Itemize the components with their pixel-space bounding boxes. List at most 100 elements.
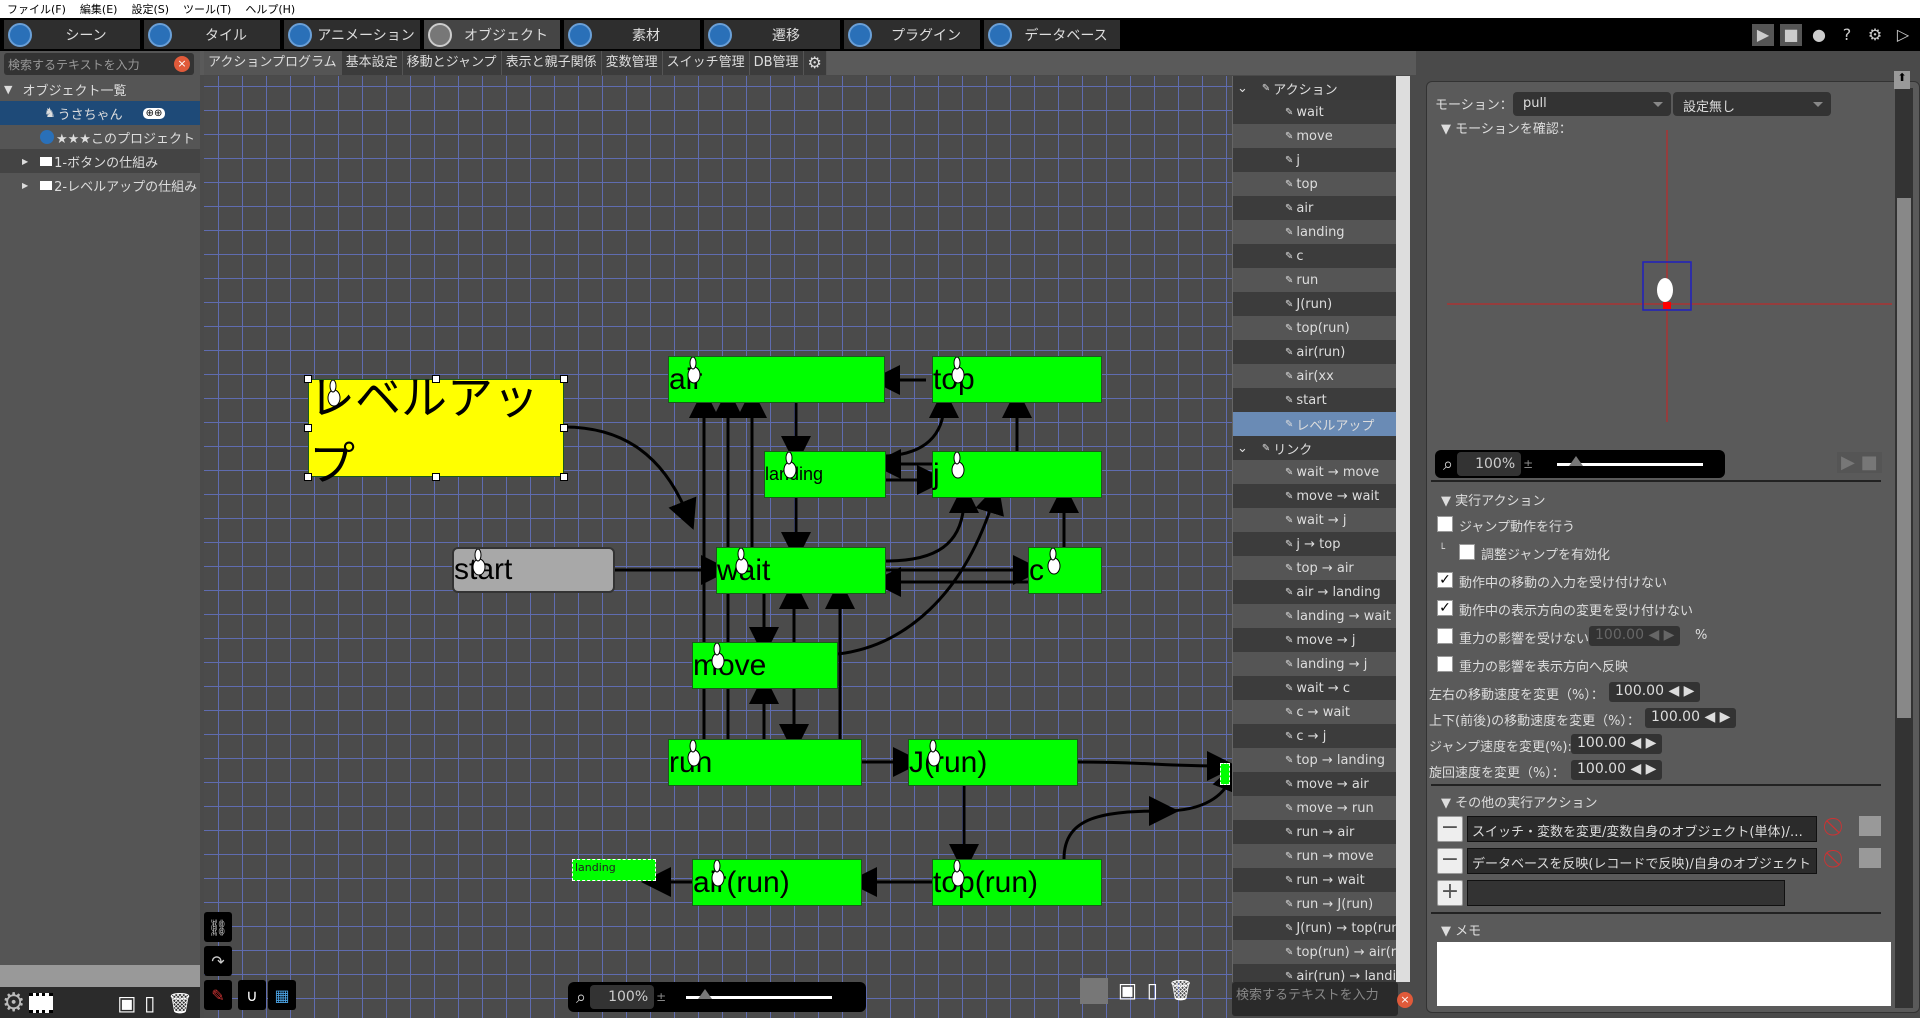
action-list-item[interactable]: ✎ air(xx: [1233, 364, 1396, 388]
play-icon[interactable]: ▶: [1752, 23, 1774, 46]
no-direction-change-checkbox[interactable]: ✓: [1437, 600, 1453, 616]
link-list-item[interactable]: ✎ landing → wait: [1233, 604, 1396, 628]
add-action-icon[interactable]: ▯: [1147, 978, 1158, 1004]
tab-material[interactable]: 素材: [564, 20, 700, 49]
tree-item-project[interactable]: ★★★このプロジェクト: [0, 125, 200, 149]
action-list-item[interactable]: ✎ move: [1233, 124, 1396, 148]
link-list-item[interactable]: ✎ top → landing: [1233, 748, 1396, 772]
subtab-move-jump[interactable]: 移動とジャンプ: [402, 51, 502, 75]
preview-zoom-slider[interactable]: [1557, 455, 1704, 466]
node-airrun[interactable]: air(run): [692, 859, 862, 906]
action-list-item[interactable]: ✎ landing: [1233, 220, 1396, 244]
subtab-switches[interactable]: スイッチ管理: [662, 51, 750, 75]
resize-handle[interactable]: [432, 473, 440, 481]
edge-jrun-ghost[interactable]: [1077, 750, 1232, 781]
node-run[interactable]: run: [668, 739, 862, 786]
new-action-field[interactable]: [1467, 880, 1785, 906]
node-toprun[interactable]: top(run): [932, 859, 1102, 906]
zoom-value[interactable]: 100%: [590, 985, 655, 1009]
link-list-item[interactable]: ✎ J(run) → top(run): [1233, 916, 1396, 940]
scroll-top-icon[interactable]: ⬆: [1894, 71, 1910, 89]
node-landing[interactable]: landing: [764, 451, 886, 498]
eraser-icon[interactable]: ✎: [204, 980, 232, 1010]
properties-scrollbar[interactable]: [1895, 88, 1913, 1008]
memo-textarea[interactable]: [1437, 942, 1891, 1006]
link-list-item[interactable]: ✎ wait → move: [1233, 460, 1396, 484]
motion-select[interactable]: pull: [1513, 92, 1671, 116]
motion-option-select[interactable]: 設定無し: [1673, 92, 1831, 116]
collapse-icon[interactable]: ⌄: [1237, 441, 1248, 456]
add-action-button[interactable]: +: [1437, 880, 1463, 906]
tree-root[interactable]: ▼ オブジェクト一覧: [0, 77, 200, 101]
remove-action-button[interactable]: −: [1437, 848, 1463, 874]
action-list-item[interactable]: ✎ j: [1233, 148, 1396, 172]
node-c[interactable]: c: [1028, 547, 1102, 594]
menu-help[interactable]: ヘルプ(H): [238, 1, 302, 17]
subtab-basic-settings[interactable]: 基本設定: [341, 51, 403, 75]
edge-wait-j[interactable]: [885, 483, 979, 563]
adjust-jump-checkbox[interactable]: [1459, 544, 1475, 560]
add-folder-icon[interactable]: ▣: [117, 991, 136, 1015]
link-list-item[interactable]: ✎ wait → j: [1233, 508, 1396, 532]
undo-icon[interactable]: ●: [1808, 24, 1830, 46]
link-list-item[interactable]: ✎top(run) → air(run): [1233, 940, 1396, 964]
actions-group-header[interactable]: ⌄ ✎ アクション: [1233, 76, 1396, 100]
action-list-item[interactable]: ✎ c: [1233, 244, 1396, 268]
tab-scene[interactable]: シーン: [4, 20, 140, 49]
tab-animation[interactable]: アニメーション: [284, 20, 420, 49]
resize-handle[interactable]: [560, 424, 568, 432]
stop-icon[interactable]: ■: [1780, 23, 1802, 46]
subtab-db[interactable]: DB管理: [749, 51, 804, 75]
link-list-item[interactable]: ✎ top → air: [1233, 556, 1396, 580]
turn-speed-input[interactable]: 100.00 ◀ ▶: [1571, 760, 1663, 780]
action-search-input[interactable]: 検索するテキストを入力: [1232, 982, 1398, 1016]
resize-handle[interactable]: [432, 375, 440, 383]
zoom-stepper[interactable]: ±: [656, 990, 666, 1004]
resize-handle[interactable]: [304, 375, 312, 383]
preview-play-icon[interactable]: ▶ ■: [1837, 452, 1882, 473]
tab-tile[interactable]: タイル: [144, 20, 280, 49]
action-list-item[interactable]: ✎ run: [1233, 268, 1396, 292]
edge-levelup-wait[interactable]: [563, 425, 697, 530]
menu-tools[interactable]: ツール(T): [176, 1, 238, 17]
subtab-variables[interactable]: 変数管理: [601, 51, 663, 75]
action-list-item[interactable]: ✎ top(run): [1233, 316, 1396, 340]
node-jrun[interactable]: J(run): [908, 739, 1078, 786]
magnet-icon[interactable]: ∪: [238, 980, 266, 1010]
horizontal-speed-input[interactable]: 100.00 ◀ ▶: [1609, 682, 1701, 702]
action-list-item[interactable]: ✎ air(run): [1233, 340, 1396, 364]
grid-icon[interactable]: ▦: [268, 980, 296, 1010]
action-graph-canvas[interactable]: レベルアップ start air top landing j wait c mo…: [204, 76, 1232, 1018]
camera-icon[interactable]: [1859, 848, 1881, 868]
action-list-item[interactable]: ✎ wait: [1233, 100, 1396, 124]
link-list-item[interactable]: ✎ run → J(run): [1233, 892, 1396, 916]
zoom-stepper[interactable]: ±: [1523, 457, 1533, 471]
no-move-input-checkbox[interactable]: ✓: [1437, 572, 1453, 588]
link-list-item[interactable]: ✎ run → move: [1233, 844, 1396, 868]
object-search-input[interactable]: 検索するテキストを入力: [4, 53, 194, 75]
other-action-field[interactable]: スイッチ・変数を変更/変数自身のオブジェクト(単体)/…: [1467, 816, 1817, 842]
links-group-header[interactable]: ⌄ ✎ リンク: [1233, 436, 1396, 460]
node-air[interactable]: air: [668, 356, 885, 403]
redo-icon[interactable]: ↷: [204, 946, 232, 976]
node-top[interactable]: top: [932, 356, 1102, 403]
clear-search-icon[interactable]: ×: [174, 56, 190, 72]
other-action-field[interactable]: データベースを反映(レコードで反映)/自身のオブジェクト: [1467, 848, 1817, 874]
link-tool-icon[interactable]: ⛓: [204, 912, 232, 942]
jump-speed-input[interactable]: 100.00 ◀ ▶: [1571, 734, 1663, 754]
trash-icon[interactable]: 🗑: [1168, 978, 1193, 1004]
menu-file[interactable]: ファイル(F): [0, 1, 73, 17]
tab-plugin[interactable]: プラグイン: [844, 20, 980, 49]
camera-icon[interactable]: [1859, 816, 1881, 836]
node-move[interactable]: move: [692, 642, 838, 689]
ghost-node-offscreen[interactable]: [1220, 763, 1230, 785]
zoom-slider[interactable]: [686, 988, 833, 999]
link-list-item[interactable]: ✎ move → wait: [1233, 484, 1396, 508]
link-list-item[interactable]: ✎ move → air: [1233, 772, 1396, 796]
clear-search-icon[interactable]: ×: [1397, 992, 1413, 1008]
collapse-icon[interactable]: ⌄: [1237, 81, 1248, 96]
remove-action-button[interactable]: −: [1437, 816, 1463, 842]
tree-folder-button[interactable]: ▶ 1-ボタンの仕組み: [0, 149, 200, 173]
resize-handle[interactable]: [560, 473, 568, 481]
link-list-item[interactable]: ✎ wait → c: [1233, 676, 1396, 700]
